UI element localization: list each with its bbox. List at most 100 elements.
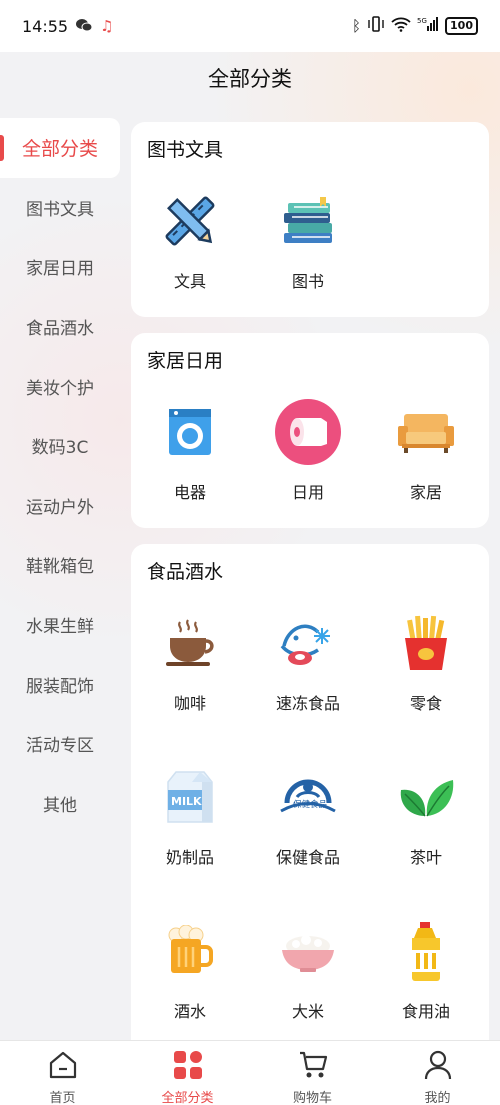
category-item-cooking-oil[interactable]: 食用油 bbox=[367, 916, 485, 1022]
nav-label: 我的 bbox=[424, 1091, 451, 1105]
category-item-drinks[interactable]: 酒水 bbox=[131, 916, 249, 1022]
nav-item-profile[interactable]: 我的 bbox=[375, 1041, 500, 1105]
sidebar-item-label: 活动专区 bbox=[26, 736, 94, 757]
signal-icon: 5G bbox=[417, 16, 439, 36]
tea-leaf-icon bbox=[391, 762, 461, 832]
item-label: 茶叶 bbox=[409, 848, 442, 867]
category-item-snacks[interactable]: 零食 bbox=[367, 608, 485, 714]
coffee-cup-icon bbox=[155, 608, 225, 678]
sidebar-item-label: 家居日用 bbox=[26, 259, 94, 280]
item-label: 食用油 bbox=[401, 1002, 450, 1021]
tissue-roll-icon bbox=[273, 397, 343, 467]
item-label: 零食 bbox=[409, 694, 442, 713]
item-label: 日用 bbox=[291, 483, 324, 502]
bluetooth-icon: ᛒ bbox=[352, 17, 362, 35]
item-label: 文具 bbox=[173, 272, 206, 291]
section-title: 家居日用 bbox=[147, 350, 224, 372]
sidebar-item-all[interactable]: 全部分类 bbox=[0, 118, 120, 178]
milk-carton-icon: MILK bbox=[155, 762, 225, 832]
sidebar-item-home-daily[interactable]: 家居日用 bbox=[0, 237, 120, 297]
svg-text:5G: 5G bbox=[417, 17, 427, 25]
oil-bottle-icon bbox=[391, 916, 461, 986]
user-icon bbox=[422, 1049, 454, 1085]
sidebar-item-digital[interactable]: 数码3C bbox=[0, 416, 120, 476]
music-icon: ♫ bbox=[100, 17, 114, 35]
category-grid-icon bbox=[172, 1049, 204, 1085]
category-item-dairy[interactable]: MILK 奶制品 bbox=[131, 762, 249, 868]
home-icon bbox=[47, 1049, 79, 1085]
section-title: 图书文具 bbox=[147, 139, 224, 161]
category-sidebar: 全部分类 图书文具 家居日用 食品酒水 美妆个护 数码3C 运动户外 鞋靴箱包 … bbox=[0, 118, 120, 833]
battery-icon: 100 bbox=[445, 17, 478, 35]
item-label: 图书 bbox=[291, 272, 324, 291]
sidebar-item-apparel[interactable]: 服装配饰 bbox=[0, 654, 120, 714]
sidebar-item-shoes-bags[interactable]: 鞋靴箱包 bbox=[0, 535, 120, 595]
sidebar-item-label: 鞋靴箱包 bbox=[26, 557, 94, 578]
nav-item-home[interactable]: 首页 bbox=[0, 1041, 125, 1105]
nav-label: 全部分类 bbox=[161, 1091, 214, 1105]
nav-label: 购物车 bbox=[292, 1091, 332, 1105]
item-label: 奶制品 bbox=[165, 848, 214, 867]
sidebar-item-label: 数码3C bbox=[31, 438, 89, 459]
item-label: 家居 bbox=[409, 483, 442, 502]
stationery-icon bbox=[155, 186, 225, 256]
section-books-stationery: 图书文具 文具 图书 bbox=[131, 122, 489, 317]
category-item-appliances[interactable]: 电器 bbox=[131, 397, 249, 503]
rice-bowl-icon bbox=[273, 916, 343, 986]
sidebar-item-promotions[interactable]: 活动专区 bbox=[0, 714, 120, 774]
category-item-stationery[interactable]: 文具 bbox=[131, 186, 249, 292]
category-item-books[interactable]: 图书 bbox=[249, 186, 367, 292]
frozen-food-icon bbox=[273, 608, 343, 678]
section-title: 食品酒水 bbox=[147, 561, 224, 583]
sidebar-item-beauty[interactable]: 美妆个护 bbox=[0, 356, 120, 416]
sidebar-item-label: 其他 bbox=[43, 795, 77, 816]
section-food-drinks: 食品酒水 咖啡 速冻食品 零食 MILK 奶制品 保健食品 保健食品 茶叶 酒水… bbox=[131, 544, 489, 1064]
item-label: 保健食品 bbox=[275, 848, 340, 867]
nav-label: 首页 bbox=[49, 1091, 76, 1105]
cart-icon bbox=[297, 1049, 329, 1085]
sidebar-item-books-stationery[interactable]: 图书文具 bbox=[0, 178, 120, 238]
sidebar-item-label: 运动户外 bbox=[26, 497, 94, 518]
category-item-health-food[interactable]: 保健食品 保健食品 bbox=[249, 762, 367, 868]
sidebar-item-sports[interactable]: 运动户外 bbox=[0, 476, 120, 536]
category-item-coffee[interactable]: 咖啡 bbox=[131, 608, 249, 714]
category-item-daily[interactable]: 日用 bbox=[249, 397, 367, 503]
category-item-frozen-food[interactable]: 速冻食品 bbox=[249, 608, 367, 714]
item-label: 酒水 bbox=[173, 1002, 206, 1021]
vibrate-icon bbox=[367, 16, 385, 36]
nav-item-category[interactable]: 全部分类 bbox=[125, 1041, 250, 1105]
books-icon bbox=[273, 186, 343, 256]
wifi-icon bbox=[391, 16, 411, 36]
bottom-nav: 首页 全部分类 购物车 我的 bbox=[0, 1040, 500, 1105]
beer-mug-icon bbox=[155, 916, 225, 986]
category-item-furniture[interactable]: 家居 bbox=[367, 397, 485, 503]
sidebar-item-food-drinks[interactable]: 食品酒水 bbox=[0, 297, 120, 357]
status-time: 14:55 bbox=[22, 16, 69, 36]
sofa-icon bbox=[391, 397, 461, 467]
washing-machine-icon bbox=[155, 397, 225, 467]
category-item-rice[interactable]: 大米 bbox=[249, 916, 367, 1022]
sidebar-item-other[interactable]: 其他 bbox=[0, 774, 120, 834]
page-header: 全部分类 bbox=[0, 52, 500, 104]
category-content: 图书文具 文具 图书 家居日用 电器 日用 家居 食品酒水 咖啡 速冻食品 零食… bbox=[131, 122, 489, 1080]
item-label: 速冻食品 bbox=[275, 694, 340, 713]
item-label: 电器 bbox=[173, 483, 206, 502]
sidebar-item-label: 食品酒水 bbox=[26, 319, 94, 340]
section-home-daily: 家居日用 电器 日用 家居 bbox=[131, 333, 489, 528]
sidebar-item-label: 全部分类 bbox=[21, 138, 98, 161]
sidebar-item-label: 图书文具 bbox=[26, 199, 94, 220]
fries-icon bbox=[391, 608, 461, 678]
sidebar-item-fresh[interactable]: 水果生鲜 bbox=[0, 595, 120, 655]
page-title: 全部分类 bbox=[208, 67, 292, 91]
status-bar: 14:55 ♫ ᛒ 5G 100 bbox=[0, 0, 500, 52]
health-icon-text: 保健食品 bbox=[293, 799, 327, 810]
sidebar-item-label: 水果生鲜 bbox=[26, 617, 94, 638]
sidebar-item-label: 美妆个护 bbox=[26, 378, 94, 399]
item-label: 咖啡 bbox=[173, 694, 206, 713]
category-item-tea[interactable]: 茶叶 bbox=[367, 762, 485, 868]
milk-icon-text: MILK bbox=[171, 795, 202, 808]
health-food-icon: 保健食品 bbox=[273, 762, 343, 832]
wechat-icon bbox=[76, 17, 93, 36]
nav-item-cart[interactable]: 购物车 bbox=[250, 1041, 375, 1105]
sidebar-item-label: 服装配饰 bbox=[26, 676, 94, 697]
